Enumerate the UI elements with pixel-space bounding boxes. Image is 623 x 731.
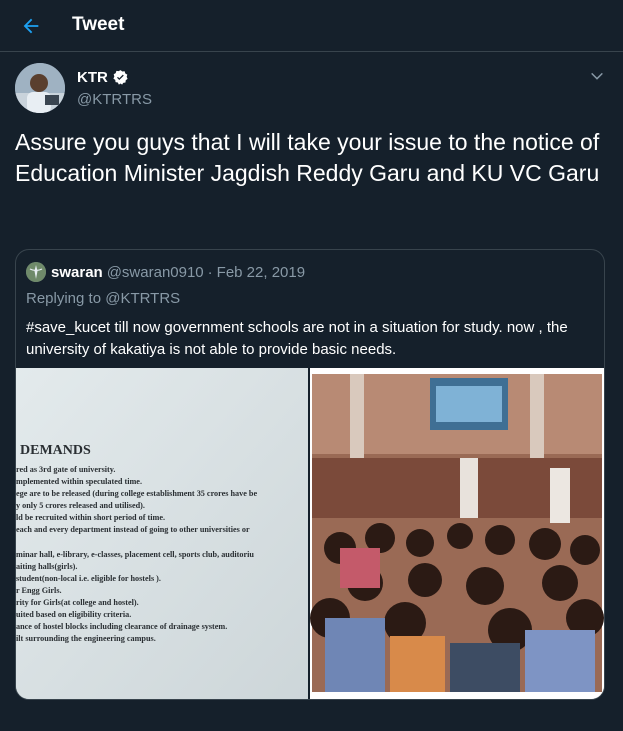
document-line: aiting halls(girls).	[16, 562, 77, 571]
demands-document-image[interactable]: DEMANDS red as 3rd gate of university. m…	[16, 368, 308, 699]
document-line: ld be recruited within short period of t…	[16, 513, 165, 522]
quoted-author-name[interactable]: swaran	[51, 264, 103, 281]
back-arrow-icon	[23, 18, 39, 34]
separator-dot: ·	[207, 263, 213, 281]
author-name-text: KTR	[77, 69, 108, 86]
author-avatar[interactable]	[15, 63, 65, 113]
more-options-button[interactable]	[586, 65, 608, 87]
document-line: r Engg Girls.	[16, 586, 62, 595]
back-button[interactable]	[14, 9, 48, 43]
document-line: each and every department instead of goi…	[16, 525, 250, 534]
quoted-author-avatar[interactable]	[26, 262, 46, 282]
document-line: minar hall, e-library, e-classes, placem…	[16, 550, 254, 559]
document-line: y only 5 crores released and utilised).	[16, 501, 145, 510]
document-line: red as 3rd gate of university.	[16, 465, 115, 474]
document-line: ege are to be released (during college e…	[16, 489, 257, 498]
document-line: ance of hostel blocks including clearanc…	[16, 622, 227, 631]
quoted-tweet[interactable]: swaran @swaran0910 · Feb 22, 2019 Replyi…	[15, 249, 605, 700]
tweet-author: KTR @KTRTRS	[15, 63, 610, 115]
document-line: ilt surrounding the engineering campus.	[16, 634, 156, 643]
quoted-tweet-text: #save_kucet till now government schools …	[26, 319, 568, 358]
top-bar: Tweet	[0, 0, 623, 52]
author-name[interactable]: KTR	[77, 69, 129, 86]
document-line: student(non-local i.e. eligible for host…	[16, 574, 161, 583]
replying-to-label: Replying to	[26, 290, 102, 307]
document-line: rity for Girls(at college and hostel).	[16, 598, 139, 607]
document-line: mplemented within speculated time.	[16, 477, 142, 486]
protest-photo-image[interactable]	[310, 368, 604, 699]
page-title: Tweet	[72, 14, 125, 35]
tweet-text: Assure you guys that I will take your is…	[15, 129, 600, 186]
author-handle[interactable]: @KTRTRS	[77, 91, 152, 108]
document-line: uited based on eligibility criteria.	[16, 610, 131, 619]
chevron-down-icon	[591, 72, 603, 80]
document-heading: DEMANDS	[20, 443, 91, 458]
quoted-author-handle[interactable]: @swaran0910	[107, 264, 204, 281]
quoted-tweet-media: DEMANDS red as 3rd gate of university. m…	[16, 368, 604, 699]
quoted-tweet-header: swaran @swaran0910 · Feb 22, 2019	[26, 262, 305, 282]
replying-to-mention[interactable]: @KTRTRS	[105, 290, 180, 307]
verified-badge-icon	[113, 70, 128, 85]
quoted-tweet-date[interactable]: Feb 22, 2019	[217, 264, 305, 281]
replying-to: Replying to @KTRTRS	[26, 290, 180, 307]
